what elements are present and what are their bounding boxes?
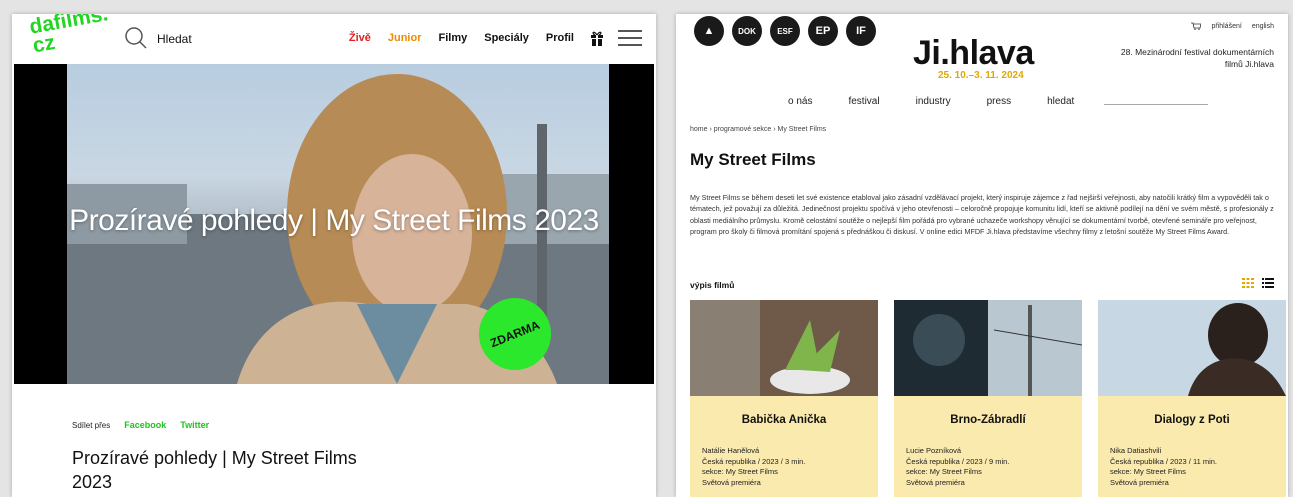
dafilms-header: dafilms. cz Hledat Živě Junior Filmy Spe… <box>12 14 656 64</box>
film-title[interactable]: Dialogy z Poti <box>1098 414 1286 426</box>
ep-badge[interactable]: EP <box>808 16 838 46</box>
nav-item-filmy[interactable]: Filmy <box>439 32 468 44</box>
dok-badge[interactable]: DOK <box>732 16 762 46</box>
nav-item-zive[interactable]: Živě <box>349 32 371 44</box>
film-author: Natálie Hanělová <box>702 446 760 455</box>
hero-banner[interactable]: Prozíravé pohledy | My Street Films 2023… <box>14 64 654 384</box>
search-icon[interactable] <box>124 26 148 50</box>
triangle-badge-icon[interactable]: ▲ <box>694 16 724 46</box>
film-card[interactable]: Babička Anička Natálie Hanělová Česká re… <box>690 300 878 497</box>
film-info: Česká republika / 2023 / 3 min. <box>702 456 806 466</box>
nav-item-press[interactable]: press <box>987 96 1011 107</box>
film-meta: Natálie Hanělová Česká republika / 2023 … <box>702 446 805 488</box>
search-input-line[interactable] <box>1104 104 1208 105</box>
nav-item-hledat[interactable]: hledat <box>1047 96 1074 107</box>
list-view-icon[interactable] <box>1262 278 1274 288</box>
nav-item-junior[interactable]: Junior <box>388 32 422 44</box>
film-list-label: výpis filmů <box>690 280 735 290</box>
jihlava-logo[interactable]: Ji.hlava <box>913 34 1034 73</box>
hamburger-menu-icon[interactable] <box>618 30 642 48</box>
share-facebook-link[interactable]: Facebook <box>124 420 166 430</box>
top-links: přihlášení english <box>1191 22 1274 30</box>
gift-icon[interactable] <box>590 30 604 46</box>
share-twitter-link[interactable]: Twitter <box>180 420 209 430</box>
film-info: Česká republika / 2023 / 9 min. <box>906 456 1010 466</box>
nav-item-profil[interactable]: Profil <box>546 32 574 44</box>
film-author: Lucie Pozníková <box>906 446 962 455</box>
film-section: sekce: My Street Films <box>1110 467 1186 476</box>
film-premiere: Světová premiéra <box>906 477 965 487</box>
film-thumbnail <box>690 300 878 396</box>
film-meta: Nika Datiashvili Česká republika / 2023 … <box>1110 446 1217 488</box>
language-link[interactable]: english <box>1252 23 1274 30</box>
login-link[interactable]: přihlášení <box>1211 23 1241 30</box>
film-info: Česká republika / 2023 / 11 min. <box>1110 456 1218 466</box>
esf-badge[interactable]: ESF <box>770 16 800 46</box>
section-title: My Street Films <box>690 150 816 169</box>
share-bar: Sdílet přes Facebook Twitter <box>72 420 209 430</box>
film-premiere: Světová premiéra <box>702 477 761 487</box>
main-nav: Živě Junior Filmy Speciály Profil <box>349 32 574 44</box>
grid-view-icon[interactable] <box>1242 278 1254 288</box>
nav-item-festival[interactable]: festival <box>848 96 879 107</box>
breadcrumb[interactable]: home › programové sekce › My Street Film… <box>690 126 826 133</box>
film-premiere: Světová premiéra <box>1110 477 1169 487</box>
film-title[interactable]: Brno-Zábradlí <box>894 414 1082 426</box>
film-thumbnail <box>894 300 1083 396</box>
page-title: Prozíravé pohledy | My Street Films 2023 <box>72 448 357 492</box>
if-badge[interactable]: IF <box>846 16 876 46</box>
film-card[interactable]: Dialogy z Poti Nika Datiashvili Česká re… <box>1098 300 1286 497</box>
nav-item-specialy[interactable]: Speciály <box>484 32 529 44</box>
film-thumbnail <box>1098 300 1286 396</box>
share-label: Sdílet přes <box>72 420 111 430</box>
dafilms-logo[interactable]: dafilms. cz <box>28 14 124 61</box>
film-meta: Lucie Pozníková Česká republika / 2023 /… <box>906 446 1009 488</box>
search-label[interactable]: Hledat <box>157 32 192 46</box>
dafilms-page: dafilms. cz Hledat Živě Junior Filmy Spe… <box>12 14 656 497</box>
jihlava-nav: o nás festival industry press hledat <box>788 96 1074 107</box>
film-section: sekce: My Street Films <box>906 467 982 476</box>
nav-item-industry[interactable]: industry <box>916 96 951 107</box>
section-description: My Street Films se během deseti let své … <box>690 193 1274 236</box>
film-section: sekce: My Street Films <box>702 467 778 476</box>
nav-item-o-nas[interactable]: o nás <box>788 96 812 107</box>
cart-icon[interactable] <box>1191 22 1202 30</box>
partner-badges: ▲ DOK ESF EP IF <box>694 16 876 46</box>
jihlava-page: ▲ DOK ESF EP IF Ji.hlava 25. 10.–3. 11. … <box>676 14 1288 497</box>
film-author: Nika Datiashvili <box>1110 446 1162 455</box>
film-title[interactable]: Babička Anička <box>690 414 878 426</box>
festival-name: 28. Mezinárodní festival dokumentárních … <box>1120 47 1274 69</box>
festival-dates: 25. 10.–3. 11. 2024 <box>938 70 1024 81</box>
hero-title: Prozíravé pohledy | My Street Films 2023 <box>69 204 599 237</box>
film-card[interactable]: Brno-Zábradlí Lucie Pozníková Česká repu… <box>894 300 1083 497</box>
